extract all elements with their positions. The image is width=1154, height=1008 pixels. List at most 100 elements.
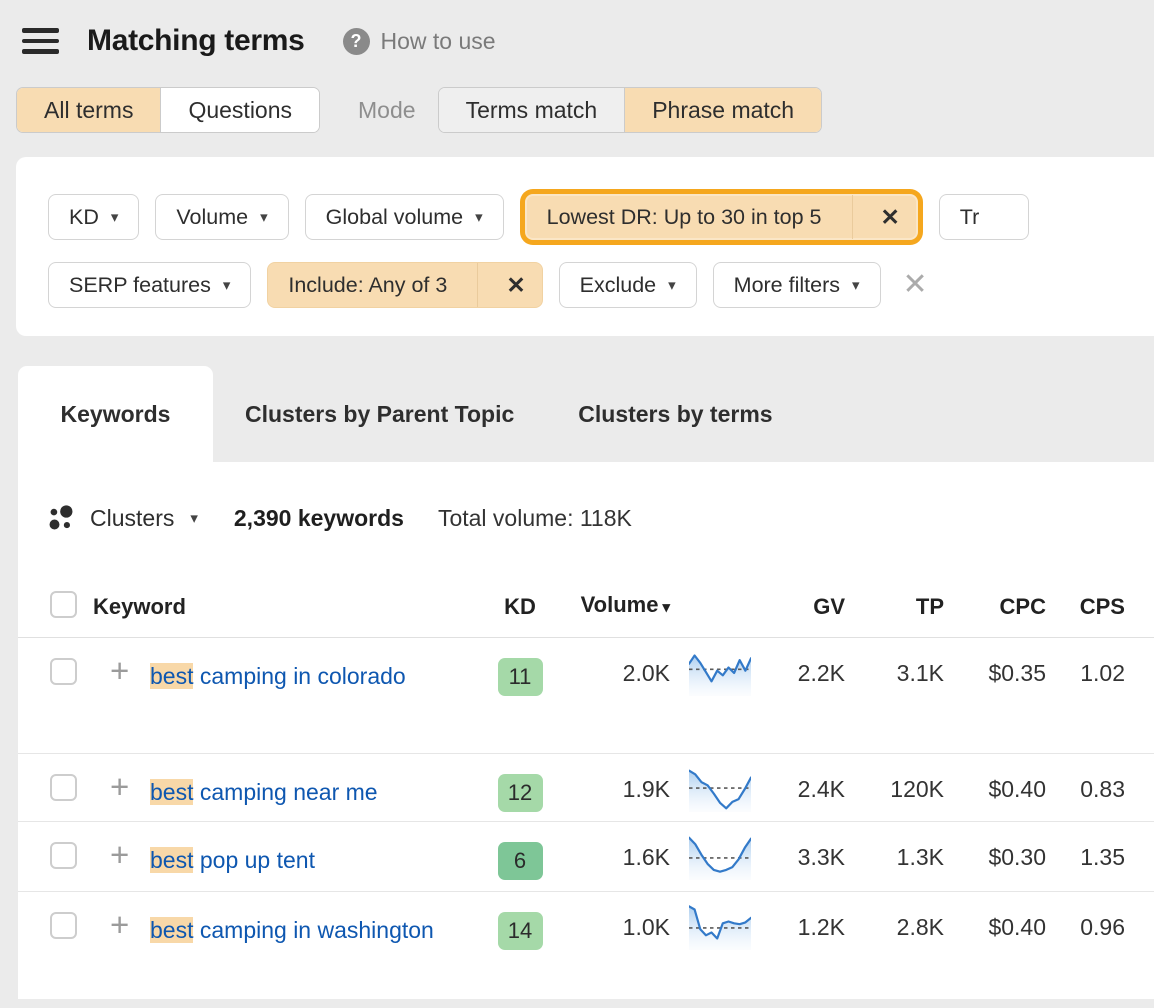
tab-clusters-by-parent-topic[interactable]: Clusters by Parent Topic	[213, 366, 546, 462]
keyword-rest: pop up tent	[193, 847, 315, 873]
kd-badge: 14	[498, 912, 543, 950]
clear-all-filters-icon[interactable]: ✕	[903, 270, 928, 300]
column-header-tp[interactable]: TP	[845, 592, 944, 622]
chevron-down-icon: ▾	[260, 208, 268, 226]
filter-volume-label: Volume	[176, 205, 248, 230]
tp-value: 3.1K	[845, 658, 944, 688]
sort-desc-icon: ▾	[662, 599, 670, 616]
matched-term-highlight: best	[150, 779, 193, 805]
gv-value: 3.3K	[770, 842, 845, 872]
volume-trend-sparkline	[689, 834, 751, 880]
clusters-dropdown[interactable]: Clusters ▾	[48, 505, 198, 532]
kd-badge: 12	[498, 774, 543, 812]
filter-lowest-dr-label: Lowest DR: Up to 30 in top 5	[527, 205, 840, 230]
column-header-gv[interactable]: GV	[770, 592, 845, 622]
expand-plus-icon[interactable]: +	[110, 836, 129, 873]
table-header: Keyword KD Volume▾ GV TP CPC CPS	[18, 576, 1154, 638]
row-checkbox[interactable]	[50, 658, 77, 685]
keyword-link[interactable]: best pop up tent	[150, 847, 315, 873]
cps-value: 0.83	[1046, 774, 1125, 804]
filter-serp-features-label: SERP features	[69, 273, 211, 298]
chip-divider	[852, 195, 853, 239]
chevron-down-icon: ▾	[852, 276, 860, 294]
row-checkbox[interactable]	[50, 774, 77, 801]
gv-value: 1.2K	[770, 912, 845, 942]
kd-badge: 6	[498, 842, 543, 880]
filter-kd-label: KD	[69, 205, 99, 230]
expand-plus-icon[interactable]: +	[110, 906, 129, 943]
clusters-label: Clusters	[90, 505, 174, 532]
column-header-cps[interactable]: CPS	[1046, 592, 1125, 622]
chip-divider	[477, 263, 478, 307]
segment-phrase-match[interactable]: Phrase match	[624, 88, 821, 132]
menu-hamburger-icon[interactable]	[22, 28, 59, 54]
row-checkbox[interactable]	[50, 842, 77, 869]
matching-terms-report: Matching terms ? How to use All terms Qu…	[0, 0, 1154, 1008]
mode-label: Mode	[358, 97, 416, 124]
terms-segmented-control: All terms Questions	[16, 87, 320, 133]
column-header-keyword[interactable]: Keyword	[93, 594, 480, 620]
expand-plus-icon[interactable]: +	[110, 768, 129, 805]
keyword-rest: camping near me	[193, 779, 377, 805]
chevron-down-icon: ▾	[111, 208, 119, 226]
filter-volume[interactable]: Volume ▾	[155, 194, 288, 240]
keyword-rest: camping in washington	[193, 917, 433, 943]
app-header: Matching terms ? How to use	[0, 0, 1154, 58]
segment-questions[interactable]: Questions	[160, 88, 319, 132]
cpc-value: $0.30	[944, 842, 1046, 872]
matched-term-highlight: best	[150, 917, 193, 943]
matched-term-highlight: best	[150, 847, 193, 873]
kd-badge: 11	[498, 658, 543, 696]
tp-value: 120K	[845, 774, 944, 804]
row-checkbox[interactable]	[50, 912, 77, 939]
filter-global-volume-label: Global volume	[326, 205, 463, 230]
chevron-down-icon: ▾	[668, 276, 676, 294]
table-row: + best pop up tent 6 1.6K 3.3K 1.3K $0.3…	[18, 822, 1154, 892]
segment-terms-match[interactable]: Terms match	[439, 88, 625, 132]
clusters-icon	[48, 505, 74, 531]
filter-serp-features[interactable]: SERP features ▾	[48, 262, 251, 308]
filter-traffic-label: Tr	[960, 205, 980, 230]
chevron-down-icon: ▾	[223, 276, 231, 294]
cpc-value: $0.40	[944, 774, 1046, 804]
filter-kd[interactable]: KD ▾	[48, 194, 139, 240]
expand-plus-icon[interactable]: +	[110, 652, 129, 689]
select-all-checkbox[interactable]	[50, 591, 77, 618]
volume-value: 1.0K	[560, 912, 670, 942]
keyword-count: 2,390 keywords	[234, 505, 404, 532]
volume-trend-sparkline	[689, 904, 751, 950]
keyword-link[interactable]: best camping in washington	[150, 917, 434, 943]
segment-all-terms[interactable]: All terms	[17, 88, 160, 132]
volume-value: 1.9K	[560, 774, 670, 804]
mode-segmented-control: Terms match Phrase match	[438, 87, 823, 133]
cpc-value: $0.40	[944, 912, 1046, 942]
keyword-link[interactable]: best camping in colorado	[150, 663, 406, 689]
column-header-cpc[interactable]: CPC	[944, 592, 1046, 622]
tab-clusters-by-terms[interactable]: Clusters by terms	[546, 366, 804, 462]
filter-lowest-dr[interactable]: Lowest DR: Up to 30 in top 5 ✕	[525, 194, 918, 240]
remove-filter-icon[interactable]: ✕	[490, 272, 541, 299]
help-label: How to use	[381, 28, 496, 55]
result-tabs: Keywords Clusters by Parent Topic Cluste…	[18, 366, 1154, 462]
page-title: Matching terms	[87, 24, 305, 58]
filter-global-volume[interactable]: Global volume ▾	[305, 194, 504, 240]
keywords-panel: Clusters ▾ 2,390 keywords Total volume: …	[18, 462, 1154, 999]
filter-exclude[interactable]: Exclude ▾	[559, 262, 697, 308]
column-header-volume[interactable]: Volume▾	[560, 590, 670, 623]
tp-value: 1.3K	[845, 842, 944, 872]
tab-keywords[interactable]: Keywords	[18, 366, 213, 462]
keyword-link[interactable]: best camping near me	[150, 779, 378, 805]
filter-include[interactable]: Include: Any of 3 ✕	[267, 262, 542, 308]
cpc-value: $0.35	[944, 658, 1046, 688]
filters-row-1: KD ▾ Volume ▾ Global volume ▾ Lowest DR:…	[48, 194, 1154, 240]
filter-more-filters[interactable]: More filters ▾	[713, 262, 881, 308]
how-to-use[interactable]: ? How to use	[343, 28, 496, 55]
filter-more-filters-label: More filters	[734, 273, 840, 298]
remove-filter-icon[interactable]: ✕	[865, 204, 916, 231]
filters-panel: KD ▾ Volume ▾ Global volume ▾ Lowest DR:…	[16, 157, 1154, 336]
filter-traffic-clipped[interactable]: Tr	[939, 194, 1029, 240]
keyword-rest: camping in colorado	[193, 663, 405, 689]
report-toolbar: All terms Questions Mode Terms match Phr…	[16, 87, 1154, 133]
column-header-kd[interactable]: KD	[480, 594, 560, 620]
cps-value: 1.02	[1046, 658, 1125, 688]
